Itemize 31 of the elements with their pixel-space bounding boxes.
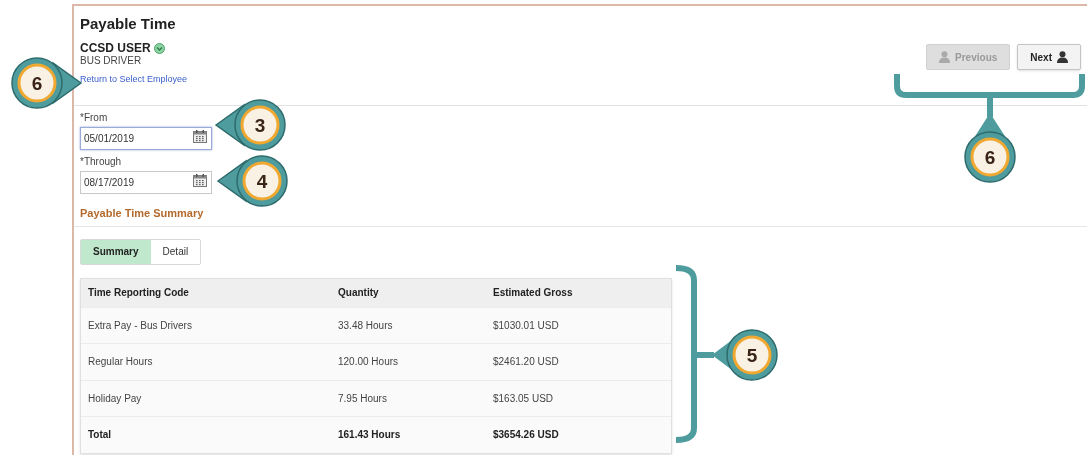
table-cell-text: 33.48 Hours [337,318,394,333]
date-field[interactable]: 08/17/2019 [80,171,212,194]
column-header: Quantity [337,286,380,300]
job-title: BUS DRIVER [80,55,143,66]
table-cell-text: Regular Hours [87,355,154,370]
person-icon [939,51,951,63]
table-cell-text: Holiday Pay [87,391,143,406]
column-header: Time Reporting Code [87,286,190,300]
section-title: Payable Time Summary [80,206,205,221]
calendar-icon [193,174,207,187]
table-cell-text: 161.43 Hours [337,428,402,443]
field-label: *From [80,112,108,124]
table-cell-text: Extra Pay - Bus Drivers [87,318,193,333]
table-cell-text: $163.05 USD [492,391,555,406]
table-cell-text: $2461.20 USD [492,355,560,370]
field-label: *Through [80,156,122,168]
table-cell-text: 120.00 Hours [337,355,400,370]
table-cell-text: $3654.26 USD [492,428,560,443]
calendar-icon [193,130,207,143]
return-link[interactable]: Return to Select Employee [80,74,188,85]
table-cell-text: Total [87,428,113,443]
dropdown-icon[interactable] [153,43,165,54]
table-cell-text: 7.95 Hours [337,391,388,406]
date-field[interactable]: 05/01/2019 [80,127,212,150]
table-cell-text: $1030.01 USD [492,318,560,333]
tab[interactable]: Summary [81,239,151,264]
employee-name: CCSD USER [80,42,151,55]
page-title: Payable Time [80,15,177,33]
column-header: Estimated Gross [492,286,574,300]
nav-button[interactable]: Next [1017,44,1081,70]
person-icon [1057,51,1068,63]
